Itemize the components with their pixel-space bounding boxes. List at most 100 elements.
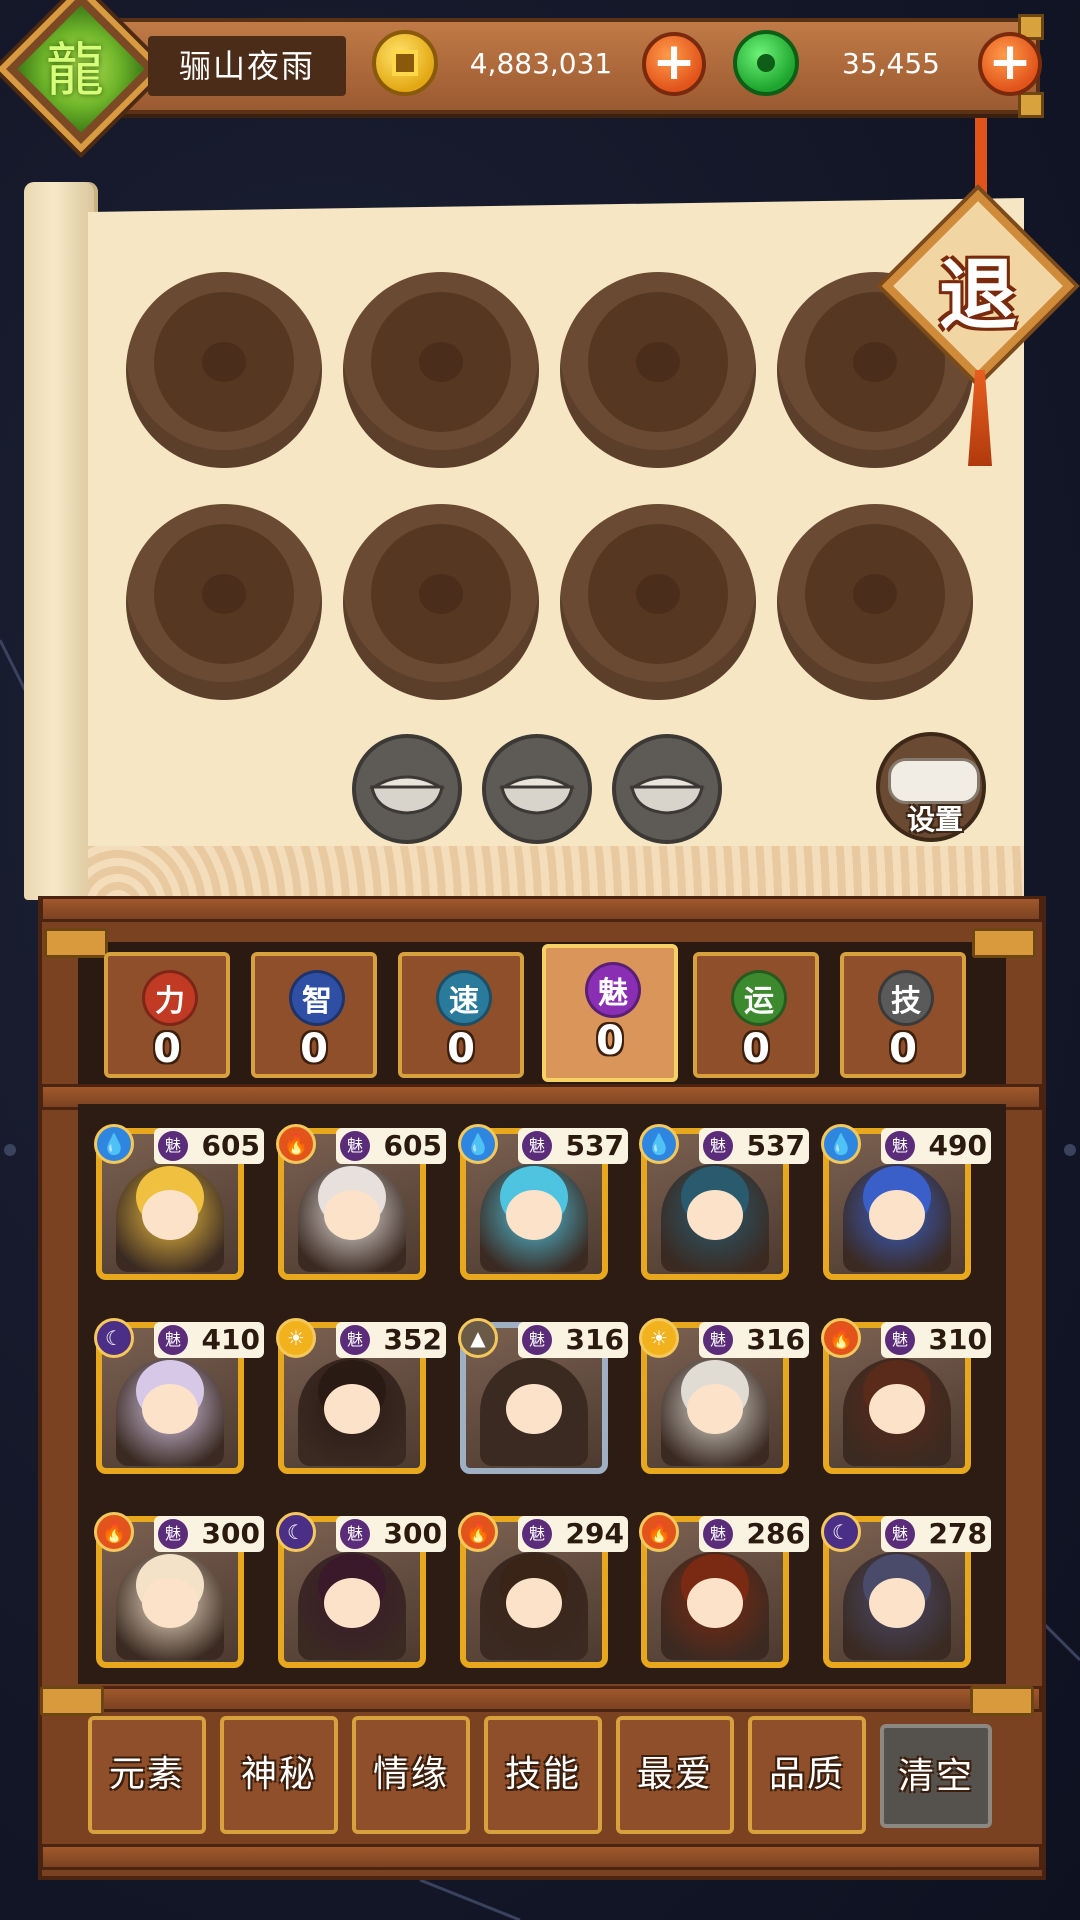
charm-score: 魅 537	[699, 1128, 809, 1164]
charm-score: 魅 300	[154, 1516, 264, 1552]
rice-bowl-slot-2[interactable]	[482, 734, 592, 844]
stat-tab-4[interactable]: 魅0	[542, 944, 678, 1082]
hero-card[interactable]: 🔥 魅 310	[821, 1318, 991, 1474]
score-value: 605	[201, 1129, 260, 1162]
sun-element-icon: ☀	[276, 1318, 316, 1358]
filter-button-6[interactable]: 品质	[748, 1716, 866, 1834]
hero-slot-7[interactable]	[560, 504, 756, 700]
scroll-rod	[24, 182, 98, 900]
player-name: 骊山夜雨	[148, 36, 346, 96]
stat-icon: 运	[731, 970, 787, 1026]
shelf-top	[40, 896, 1042, 922]
stat-value: 0	[300, 1026, 328, 1072]
bracket-ornament	[40, 1686, 104, 1716]
hero-face	[506, 1384, 562, 1434]
charm-score: 魅 605	[336, 1128, 446, 1164]
hero-face	[324, 1578, 380, 1628]
charm-badge-icon: 魅	[885, 1131, 915, 1161]
stat-tab-2[interactable]: 智0	[251, 952, 377, 1078]
hero-card[interactable]: 💧 魅 537	[639, 1124, 809, 1280]
hero-card[interactable]: 💧 魅 490	[821, 1124, 991, 1280]
filter-button-1[interactable]: 元素	[88, 1716, 206, 1834]
charm-badge-icon: 魅	[158, 1131, 188, 1161]
hero-slot-6[interactable]	[343, 504, 539, 700]
score-value: 300	[201, 1517, 260, 1550]
hero-card[interactable]: ☾ 魅 278	[821, 1512, 991, 1668]
fire-element-icon: 🔥	[94, 1512, 134, 1552]
hero-card[interactable]: 🔥 魅 605	[276, 1124, 446, 1280]
stat-tab-1[interactable]: 力0	[104, 952, 230, 1078]
hero-slot-2[interactable]	[343, 272, 539, 468]
hero-slot-3[interactable]	[560, 272, 756, 468]
charm-score: 魅 605	[154, 1128, 264, 1164]
charm-badge-icon: 魅	[703, 1325, 733, 1355]
charm-score: 魅 294	[518, 1516, 628, 1552]
water-element-icon: 💧	[821, 1124, 861, 1164]
add-jade-button[interactable]: +	[978, 32, 1042, 96]
moon-element-icon: ☾	[94, 1318, 134, 1358]
hero-face	[142, 1190, 198, 1240]
green-dragon-icon: 龍	[45, 36, 104, 104]
score-value: 300	[383, 1517, 442, 1550]
jade-coin-icon	[733, 30, 799, 96]
charm-score: 魅 490	[881, 1128, 991, 1164]
charm-score: 魅 310	[881, 1322, 991, 1358]
stat-tab-5[interactable]: 运0	[693, 952, 819, 1078]
rice-bowl-icon	[498, 775, 576, 815]
hero-face	[687, 1578, 743, 1628]
water-element-icon: 💧	[639, 1124, 679, 1164]
charm-badge-icon: 魅	[522, 1519, 552, 1549]
hero-card[interactable]: 🔥 魅 294	[458, 1512, 628, 1668]
hero-card[interactable]: ☾ 魅 410	[94, 1318, 264, 1474]
hero-face	[687, 1384, 743, 1434]
hero-card[interactable]: 💧 魅 605	[94, 1124, 264, 1280]
settings-button[interactable]: 设置	[876, 732, 986, 842]
hero-face	[869, 1384, 925, 1434]
hero-card[interactable]: ▲ 魅 316	[458, 1318, 628, 1474]
water-element-icon: 💧	[94, 1124, 134, 1164]
hero-card[interactable]: ☾ 魅 300	[276, 1512, 446, 1668]
hero-slot-8[interactable]	[777, 504, 973, 700]
clear-button[interactable]: 清空	[880, 1724, 992, 1828]
moon-element-icon: ☾	[821, 1512, 861, 1552]
hero-slot-5[interactable]	[126, 504, 322, 700]
charm-badge-icon: 魅	[703, 1519, 733, 1549]
hero-face	[869, 1578, 925, 1628]
stat-icon: 魅	[585, 962, 641, 1018]
hero-card[interactable]: ☀ 魅 352	[276, 1318, 446, 1474]
filter-button-5[interactable]: 最爱	[616, 1716, 734, 1834]
add-gold-button[interactable]: +	[642, 32, 706, 96]
stat-value: 0	[447, 1026, 475, 1072]
filter-button-3[interactable]: 情缘	[352, 1716, 470, 1834]
score-value: 286	[746, 1517, 805, 1550]
fire-element-icon: 🔥	[458, 1512, 498, 1552]
earth-element-icon: ▲	[458, 1318, 498, 1358]
stat-icon: 速	[436, 970, 492, 1026]
charm-score: 魅 316	[518, 1322, 628, 1358]
score-value: 410	[201, 1323, 260, 1356]
score-value: 537	[565, 1129, 624, 1162]
hero-face	[506, 1190, 562, 1240]
rice-bowl-slot-3[interactable]	[612, 734, 722, 844]
stat-tab-6[interactable]: 技0	[840, 952, 966, 1078]
stat-tab-3[interactable]: 速0	[398, 952, 524, 1078]
charm-score: 魅 300	[336, 1516, 446, 1552]
exit-label[interactable]: 退	[928, 246, 1028, 346]
charm-badge-icon: 魅	[340, 1131, 370, 1161]
charm-score: 魅 352	[336, 1322, 446, 1358]
hero-card[interactable]: 🔥 魅 300	[94, 1512, 264, 1668]
filter-button-2[interactable]: 神秘	[220, 1716, 338, 1834]
rice-bowl-slot-1[interactable]	[352, 734, 462, 844]
charm-badge-icon: 魅	[158, 1519, 188, 1549]
hero-card[interactable]: 🔥 魅 286	[639, 1512, 809, 1668]
charm-badge-icon: 魅	[340, 1325, 370, 1355]
hero-face	[142, 1384, 198, 1434]
hero-slot-1[interactable]	[126, 272, 322, 468]
fire-element-icon: 🔥	[639, 1512, 679, 1552]
score-value: 490	[928, 1129, 987, 1162]
hero-card[interactable]: ☀ 魅 316	[639, 1318, 809, 1474]
hero-face	[142, 1578, 198, 1628]
filter-button-4[interactable]: 技能	[484, 1716, 602, 1834]
hero-card[interactable]: 💧 魅 537	[458, 1124, 628, 1280]
charm-score: 魅 278	[881, 1516, 991, 1552]
